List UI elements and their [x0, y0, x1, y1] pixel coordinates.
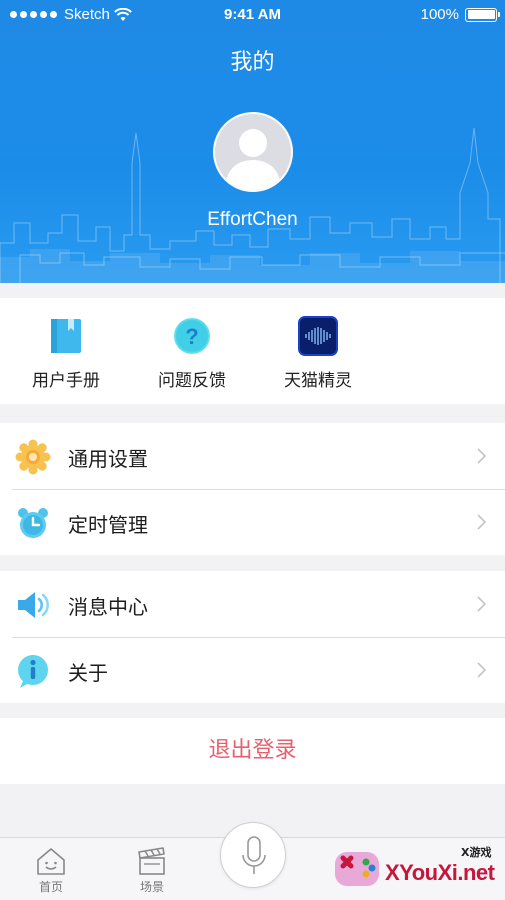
battery-percent: 100% [420, 6, 459, 23]
tab-scenes[interactable]: 场景 [117, 846, 187, 895]
settings-menu-group: 通用设置 定时管理 [0, 423, 505, 555]
page-title: 我的 [230, 50, 275, 75]
menu-item-about[interactable]: 关于 [0, 637, 505, 703]
alarm-clock-icon [18, 508, 48, 538]
username: EffortChen [207, 209, 298, 230]
book-icon [51, 319, 81, 353]
avatar[interactable] [213, 112, 293, 192]
menu-item-timer-management[interactable]: 定时管理 [0, 489, 505, 555]
tab-label: 首页 [38, 880, 63, 894]
menu-label: 消息中心 [68, 595, 148, 619]
tab-home[interactable]: 首页 [16, 846, 86, 895]
user-silhouette-icon [225, 129, 281, 190]
info-menu-group: 消息中心 关于 [0, 571, 505, 703]
site-watermark: XYouXi.net X游戏 [333, 838, 503, 898]
menu-item-message-center[interactable]: 消息中心 [0, 571, 505, 637]
microphone-icon [242, 836, 266, 874]
gear-icon [15, 439, 51, 475]
menu-label: 通用设置 [68, 447, 148, 471]
chevron-right-icon [477, 448, 487, 464]
status-bar: Sketch 9:41 AM 100% [0, 0, 505, 30]
menu-label: 关于 [68, 661, 108, 685]
chevron-right-icon [477, 662, 487, 678]
battery-icon [465, 7, 500, 22]
tab-label: 场景 [139, 880, 164, 894]
quick-tools-panel: 用户手册 ? 问题反馈 天猫精灵 [0, 298, 505, 404]
game-controller-logo-icon [335, 852, 379, 886]
home-icon [37, 848, 65, 875]
voice-input-button[interactable] [220, 822, 286, 888]
tool-label: 天猫精灵 [284, 371, 352, 391]
tmall-genie-icon [298, 316, 338, 356]
question-icon: ? [174, 318, 210, 354]
info-icon [18, 655, 48, 688]
tool-tmall-genie[interactable]: 天猫精灵 [263, 298, 373, 404]
menu-label: 定时管理 [68, 513, 148, 537]
menu-item-general-settings[interactable]: 通用设置 [0, 423, 505, 489]
chevron-right-icon [477, 514, 487, 530]
profile-header: Sketch 9:41 AM 100% 我的 EffortChen [0, 0, 505, 283]
clapperboard-icon [138, 847, 165, 875]
svg-text:?: ? [185, 324, 198, 349]
tool-label: 问题反馈 [158, 371, 226, 391]
watermark-small-text: X游戏 [461, 846, 492, 859]
watermark-text: XYouXi.net [385, 860, 495, 885]
chevron-right-icon [477, 596, 487, 612]
battery-group: 100% [420, 6, 500, 23]
tool-user-manual[interactable]: 用户手册 [11, 298, 121, 404]
tool-feedback[interactable]: ? 问题反馈 [137, 298, 247, 404]
speaker-icon [18, 592, 49, 618]
logout-button[interactable]: 退出登录 [0, 718, 505, 784]
tool-label: 用户手册 [32, 371, 100, 391]
